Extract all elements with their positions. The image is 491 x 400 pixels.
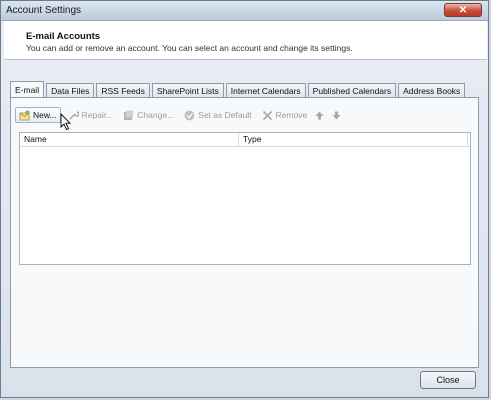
window-title: Account Settings — [6, 5, 82, 16]
column-header-type[interactable]: Type — [239, 133, 468, 146]
new-account-label: New... — [33, 110, 57, 120]
accounts-list[interactable]: Name Type — [19, 132, 471, 265]
tab-data-files[interactable]: Data Files — [46, 83, 95, 97]
email-tab-panel: New... Repair... Change... Set as Defaul… — [10, 97, 479, 368]
remove-label: Remove — [275, 110, 308, 120]
tab-sharepoint-lists[interactable]: SharePoint Lists — [151, 83, 224, 97]
page-description: You can add or remove an account. You ca… — [26, 43, 353, 53]
remove-button[interactable]: Remove — [259, 107, 311, 123]
window-close-button[interactable]: ✕ — [444, 3, 482, 17]
move-up-icon[interactable] — [314, 110, 325, 121]
move-down-icon[interactable] — [331, 110, 342, 121]
remove-icon — [262, 110, 272, 120]
tab-strip: E-mail Data Files RSS Feeds SharePoint L… — [10, 81, 467, 98]
set-as-default-label: Set as Default — [198, 110, 252, 120]
mouse-cursor-icon — [60, 113, 72, 131]
close-button[interactable]: Close — [420, 371, 476, 389]
page-title: E-mail Accounts — [26, 31, 101, 42]
tab-published-calendars[interactable]: Published Calendars — [307, 83, 397, 97]
change-button[interactable]: Change... — [120, 107, 177, 123]
tab-email[interactable]: E-mail — [10, 81, 45, 98]
tab-internet-calendars[interactable]: Internet Calendars — [225, 83, 306, 97]
tab-address-books[interactable]: Address Books — [398, 83, 466, 97]
list-header: Name Type — [20, 133, 470, 147]
title-bar[interactable]: Account Settings ✕ — [1, 1, 488, 21]
repair-button[interactable]: Repair... — [65, 107, 117, 123]
account-settings-window: Account Settings ✕ E-mail Accounts You c… — [0, 0, 489, 398]
header-panel: E-mail Accounts You can add or remove an… — [4, 21, 487, 60]
checkmark-icon — [184, 110, 195, 120]
set-as-default-button[interactable]: Set as Default — [181, 107, 254, 123]
repair-label: Repair... — [81, 110, 114, 120]
new-account-button[interactable]: New... — [15, 107, 61, 123]
change-icon — [124, 110, 134, 120]
column-header-name[interactable]: Name — [20, 133, 239, 146]
tab-rss-feeds[interactable]: RSS Feeds — [96, 83, 150, 97]
close-icon: ✕ — [458, 4, 468, 16]
change-label: Change... — [137, 110, 175, 120]
new-account-icon — [19, 110, 30, 120]
